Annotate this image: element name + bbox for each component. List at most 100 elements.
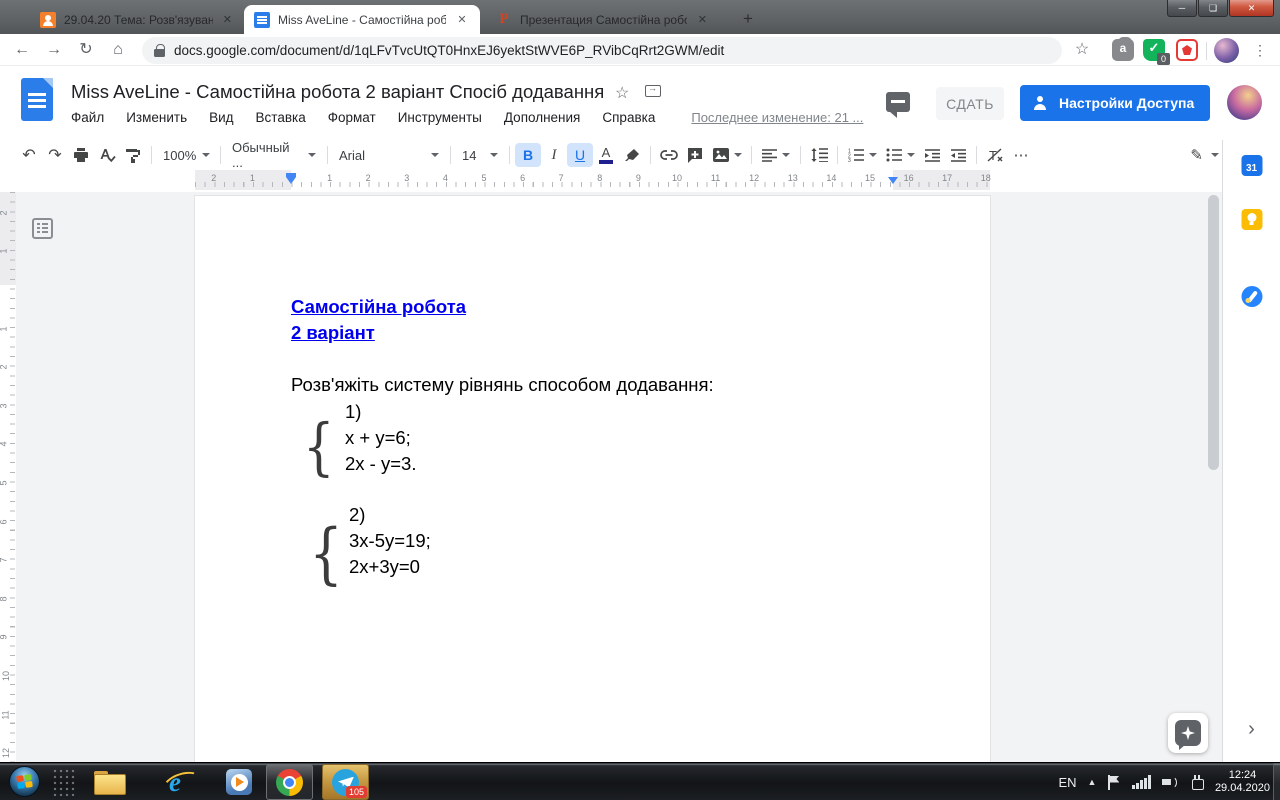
vertical-scrollbar[interactable] — [1208, 195, 1219, 470]
doc-heading-1[interactable]: Самостійна робота — [291, 296, 466, 318]
document-canvas[interactable]: 21123456789101112 Самостійна робота 2 ва… — [0, 192, 1222, 762]
insert-link-icon[interactable] — [656, 143, 682, 167]
spellcheck-icon[interactable] — [94, 143, 120, 167]
browser-profile-avatar[interactable] — [1214, 38, 1239, 63]
star-document-icon[interactable]: ☆ — [615, 83, 629, 103]
address-bar[interactable]: docs.google.com/document/d/1qLFvTvcUtQT0… — [142, 37, 1062, 64]
undo-icon[interactable]: ↶ — [16, 143, 42, 167]
system2-eq2[interactable]: 2x+3y=0 — [349, 556, 420, 578]
telegram-taskbar-button[interactable]: 105 — [322, 764, 369, 800]
system2-eq1[interactable]: 3x-5y=19; — [349, 530, 431, 552]
home-icon[interactable]: ⌂ — [106, 38, 130, 62]
network-signal-icon[interactable] — [1132, 775, 1151, 789]
start-button[interactable] — [9, 766, 40, 797]
redo-icon[interactable]: ↷ — [42, 143, 68, 167]
document-outline-icon[interactable] — [32, 218, 53, 239]
menu-item-2[interactable]: Вид — [209, 110, 233, 125]
doc-task-text[interactable]: Розв'яжіть систему рівнянь способом дода… — [291, 374, 714, 396]
minimize-button[interactable]: ─ — [1167, 0, 1197, 17]
menu-item-0[interactable]: Файл — [71, 110, 104, 125]
underline-button[interactable]: U — [567, 143, 593, 167]
shopping-extension-icon[interactable] — [1112, 39, 1134, 61]
move-to-folder-icon[interactable] — [645, 85, 661, 97]
clear-formatting-icon[interactable]: T — [982, 143, 1008, 167]
system1-eq1[interactable]: x + y=6; — [345, 427, 411, 449]
expand-panel-icon[interactable]: › — [1248, 718, 1255, 741]
back-icon[interactable]: ← — [10, 38, 34, 62]
account-avatar[interactable] — [1227, 85, 1262, 120]
new-tab-button[interactable]: + — [735, 7, 761, 31]
insert-image-icon[interactable] — [708, 143, 746, 167]
print-icon[interactable] — [68, 143, 94, 167]
paragraph-style-select[interactable]: Обычный ... — [226, 143, 322, 167]
add-comment-icon[interactable] — [682, 143, 708, 167]
align-icon[interactable] — [757, 143, 795, 167]
more-options-icon[interactable]: ⋯ — [1008, 143, 1034, 167]
right-margin-marker[interactable] — [888, 177, 898, 184]
file-explorer-button[interactable] — [92, 766, 126, 798]
editing-mode-select[interactable]: ✎ — [1184, 143, 1225, 167]
internet-explorer-button[interactable]: e — [158, 766, 192, 798]
italic-button[interactable]: I — [541, 143, 567, 167]
last-edit-link[interactable]: Последнее изменение: 21 ... — [691, 110, 863, 125]
tab-classroom[interactable]: 29.04.20 Тема: Розв'язування за ✕ — [30, 5, 242, 34]
tab-close-icon[interactable]: ✕ — [695, 12, 710, 28]
text-color-button[interactable]: A — [593, 143, 619, 167]
bookmark-star-icon[interactable]: ☆ — [1070, 38, 1094, 62]
font-family-select[interactable]: Arial — [333, 143, 445, 167]
left-margin-marker[interactable] — [286, 177, 296, 184]
doc-heading-2[interactable]: 2 варіант — [291, 322, 375, 344]
highlight-color-icon[interactable] — [619, 143, 645, 167]
clock[interactable]: 12:24 29.04.2020 — [1215, 769, 1270, 795]
horizontal-ruler[interactable]: 21123456789101112131415161718 — [0, 170, 1222, 192]
system2-label[interactable]: 2) — [349, 504, 365, 526]
vertical-ruler[interactable]: 21123456789101112 — [0, 192, 16, 762]
tab-close-icon[interactable]: ✕ — [221, 12, 234, 28]
google-docs-logo-icon[interactable] — [21, 78, 53, 121]
menu-item-5[interactable]: Инструменты — [398, 110, 482, 125]
menu-item-7[interactable]: Справка — [602, 110, 655, 125]
system1-label[interactable]: 1) — [345, 401, 361, 423]
tasks-icon[interactable] — [1241, 286, 1262, 307]
submit-button[interactable]: СДАТЬ — [936, 87, 1004, 120]
system1-eq2[interactable]: 2x - y=3. — [345, 453, 416, 475]
url-text[interactable]: docs.google.com/document/d/1qLFvTvcUtQT0… — [174, 43, 724, 58]
bulleted-list-icon[interactable] — [881, 143, 919, 167]
menu-item-1[interactable]: Изменить — [126, 110, 187, 125]
paint-format-icon[interactable] — [120, 143, 146, 167]
hidden-icons-caret[interactable]: ▲ — [1088, 777, 1097, 787]
tab-docs-active[interactable]: Miss AveLine - Самостійна робо ✕ — [244, 5, 480, 34]
menu-item-3[interactable]: Вставка — [256, 110, 306, 125]
tab-presentation[interactable]: P Презентация Самостійна робот ✕ — [486, 5, 718, 34]
font-size-select[interactable]: 14 — [456, 143, 504, 167]
decrease-indent-icon[interactable] — [919, 143, 945, 167]
browser-menu-icon[interactable]: ⋮ — [1248, 38, 1272, 62]
forward-icon[interactable]: → — [42, 38, 66, 62]
document-title[interactable]: Miss AveLine - Самостійна робота 2 варіа… — [71, 81, 604, 103]
explore-button[interactable] — [1168, 713, 1208, 753]
menu-item-6[interactable]: Дополнения — [504, 110, 580, 125]
comments-icon[interactable] — [886, 92, 910, 112]
close-button[interactable]: ✕ — [1229, 0, 1274, 17]
power-plug-icon[interactable] — [1190, 775, 1204, 790]
tab-close-icon[interactable]: ✕ — [454, 12, 470, 28]
chrome-taskbar-button[interactable] — [266, 764, 313, 800]
maximize-button[interactable]: ❏ — [1198, 0, 1228, 17]
calendar-icon[interactable]: 31 — [1241, 155, 1262, 176]
reload-icon[interactable]: ↻ — [74, 38, 98, 62]
volume-icon[interactable] — [1162, 775, 1179, 789]
line-spacing-icon[interactable] — [806, 143, 832, 167]
bold-button[interactable]: B — [515, 143, 541, 167]
show-desktop-button[interactable] — [1273, 763, 1280, 800]
language-indicator[interactable]: EN — [1058, 775, 1076, 790]
increase-indent-icon[interactable] — [945, 143, 971, 167]
share-button[interactable]: Настройки Доступа — [1020, 85, 1210, 121]
numbered-list-icon[interactable]: 123 — [843, 143, 881, 167]
keep-notes-icon[interactable] — [1241, 209, 1262, 230]
document-page[interactable]: Самостійна робота 2 варіант Розв'яжіть с… — [195, 196, 990, 762]
action-center-flag-icon[interactable] — [1107, 775, 1121, 790]
menu-item-4[interactable]: Формат — [328, 110, 376, 125]
antivirus-extension-icon[interactable]: 0 — [1143, 39, 1165, 61]
media-player-button[interactable] — [222, 766, 256, 798]
red-extension-icon[interactable] — [1176, 39, 1198, 61]
